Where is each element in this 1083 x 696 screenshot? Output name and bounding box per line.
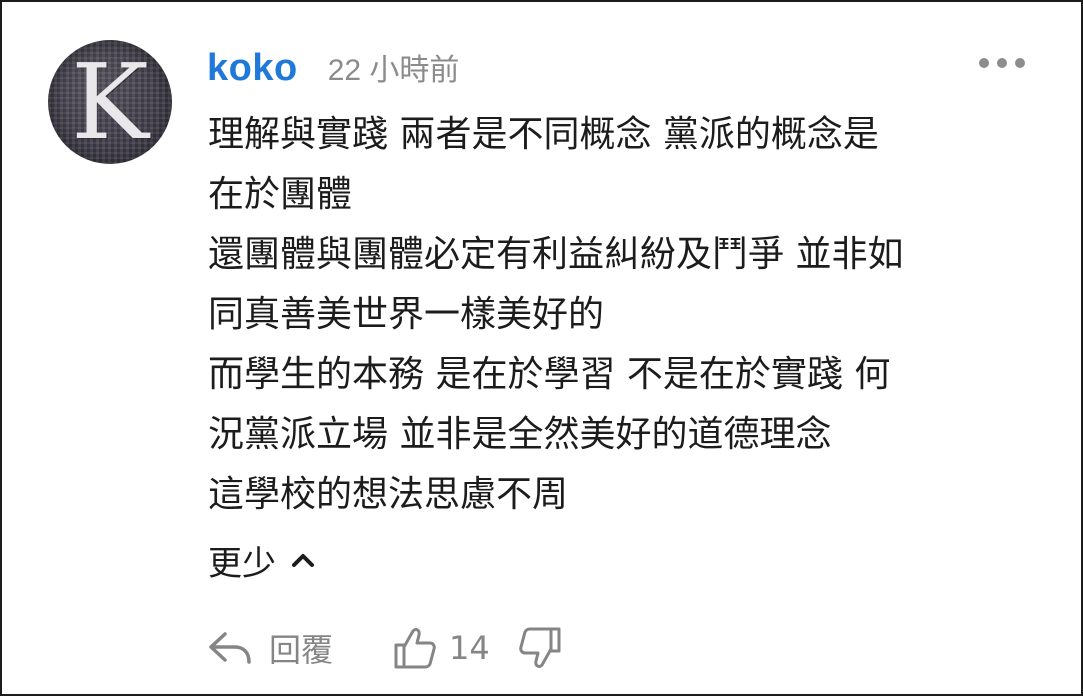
like-button[interactable]: 14	[393, 625, 490, 671]
thumbs-down-icon	[518, 625, 562, 671]
comment-line: 況黨派立場 並非是全然美好的道德理念	[208, 414, 832, 455]
comment-body: 理解與實踐 兩者是不同概念 黨派的概念是 在於團體 還團體與團體必定有利益糾紛及…	[208, 105, 1048, 525]
more-options-button[interactable]	[979, 52, 1025, 74]
show-less-button[interactable]: 更少	[208, 532, 316, 588]
comment-line: 在於團體	[208, 174, 353, 215]
reply-button[interactable]: 回覆	[207, 625, 333, 671]
chevron-up-icon	[290, 547, 316, 573]
comment-line: 這學校的想法思慮不周	[208, 474, 569, 515]
show-less-label: 更少	[208, 543, 276, 584]
avatar[interactable]: K	[48, 40, 172, 164]
comment-line: 同真善美世界一樣美好的	[208, 294, 605, 335]
comment-header: koko 22 小時前	[207, 45, 459, 95]
comment-line: 還團體與團體必定有利益糾紛及鬥爭 並非如	[208, 234, 904, 275]
more-horizontal-icon-dot	[1015, 58, 1025, 68]
like-count: 14	[449, 629, 490, 667]
comment-actions: 回覆 14	[207, 618, 562, 678]
username-link[interactable]: koko	[207, 47, 298, 90]
more-horizontal-icon-dot	[997, 58, 1007, 68]
comment-line: 理解與實踐 兩者是不同概念 黨派的概念是	[208, 114, 879, 155]
reply-icon	[207, 628, 253, 668]
comment-line: 而學生的本務 是在於學習 不是在於實踐 何	[208, 354, 891, 395]
comment-card: K koko 22 小時前 理解與實踐 兩者是不同概念 黨派的概念是 在於團體 …	[0, 0, 1083, 696]
more-horizontal-icon	[979, 58, 989, 68]
thumbs-up-icon	[393, 625, 437, 671]
dislike-button[interactable]	[518, 625, 562, 671]
avatar-letter: K	[71, 41, 149, 163]
reply-label: 回覆	[269, 631, 334, 669]
timestamp: 22 小時前	[327, 54, 460, 87]
